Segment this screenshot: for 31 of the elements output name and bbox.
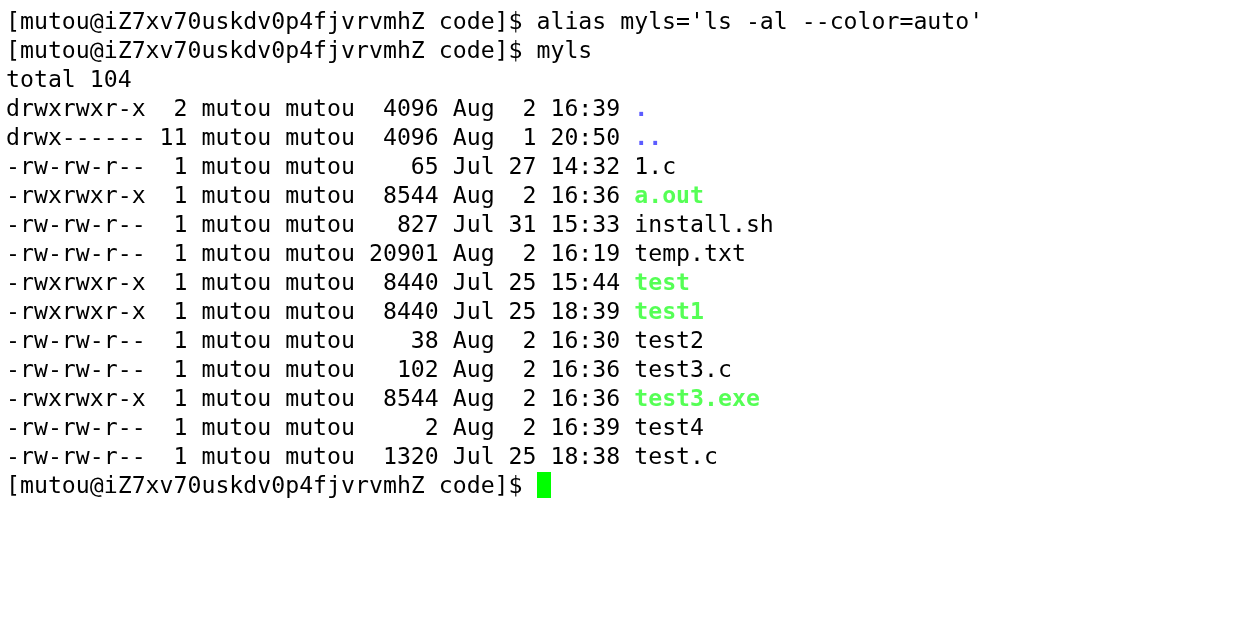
file-name: test4 <box>634 412 705 441</box>
file-name: install.sh <box>634 209 774 238</box>
file-details: -rw-rw-r-- 1 mutou mutou 65 Jul 27 14:32 <box>6 151 621 180</box>
file-name: test3.exe <box>634 383 760 412</box>
file-name: test3.c <box>634 354 732 383</box>
file-details: -rwxrwxr-x 1 mutou mutou 8544 Aug 2 16:36 <box>6 383 621 412</box>
file-details: drwxrwxr-x 2 mutou mutou 4096 Aug 2 16:39 <box>6 93 621 122</box>
file-details: -rwxrwxr-x 1 mutou mutou 8544 Aug 2 16:36 <box>6 180 621 209</box>
file-details: -rw-rw-r-- 1 mutou mutou 2 Aug 2 16:39 <box>6 412 621 441</box>
output-line: total 104 <box>6 64 133 93</box>
shell-prompt: [mutou@iZ7xv70uskdv0p4fjvrvmhZ code]$ <box>6 470 523 499</box>
file-details: -rwxrwxr-x 1 mutou mutou 8440 Jul 25 15:44 <box>6 267 621 296</box>
file-name: temp.txt <box>634 238 746 267</box>
file-name: a.out <box>634 180 705 209</box>
file-name: test2 <box>634 325 705 354</box>
cursor-block <box>536 471 551 498</box>
file-details: drwx------ 11 mutou mutou 4096 Aug 1 20:50 <box>6 122 621 151</box>
file-details: -rwxrwxr-x 1 mutou mutou 8440 Jul 25 18:39 <box>6 296 621 325</box>
file-details: -rw-rw-r-- 1 mutou mutou 1320 Jul 25 18:38 <box>6 441 621 470</box>
file-name: . <box>634 93 649 122</box>
command-line: [mutou@iZ7xv70uskdv0p4fjvrvmhZ code]$ myls <box>6 35 594 64</box>
file-details: -rw-rw-r-- 1 mutou mutou 102 Aug 2 16:36 <box>6 354 621 383</box>
file-details: -rw-rw-r-- 1 mutou mutou 20901 Aug 2 16:19 <box>6 238 621 267</box>
file-name: test1 <box>634 296 705 325</box>
file-name: .. <box>634 122 663 151</box>
file-name: test.c <box>634 441 718 470</box>
file-name: test <box>634 267 691 296</box>
command-line: [mutou@iZ7xv70uskdv0p4fjvrvmhZ code]$ alias myls='ls -al --color=auto' <box>6 6 985 35</box>
file-name: 1.c <box>634 151 677 180</box>
file-details: -rw-rw-r-- 1 mutou mutou 827 Jul 31 15:33 <box>6 209 621 238</box>
file-details: -rw-rw-r-- 1 mutou mutou 38 Aug 2 16:30 <box>6 325 621 354</box>
